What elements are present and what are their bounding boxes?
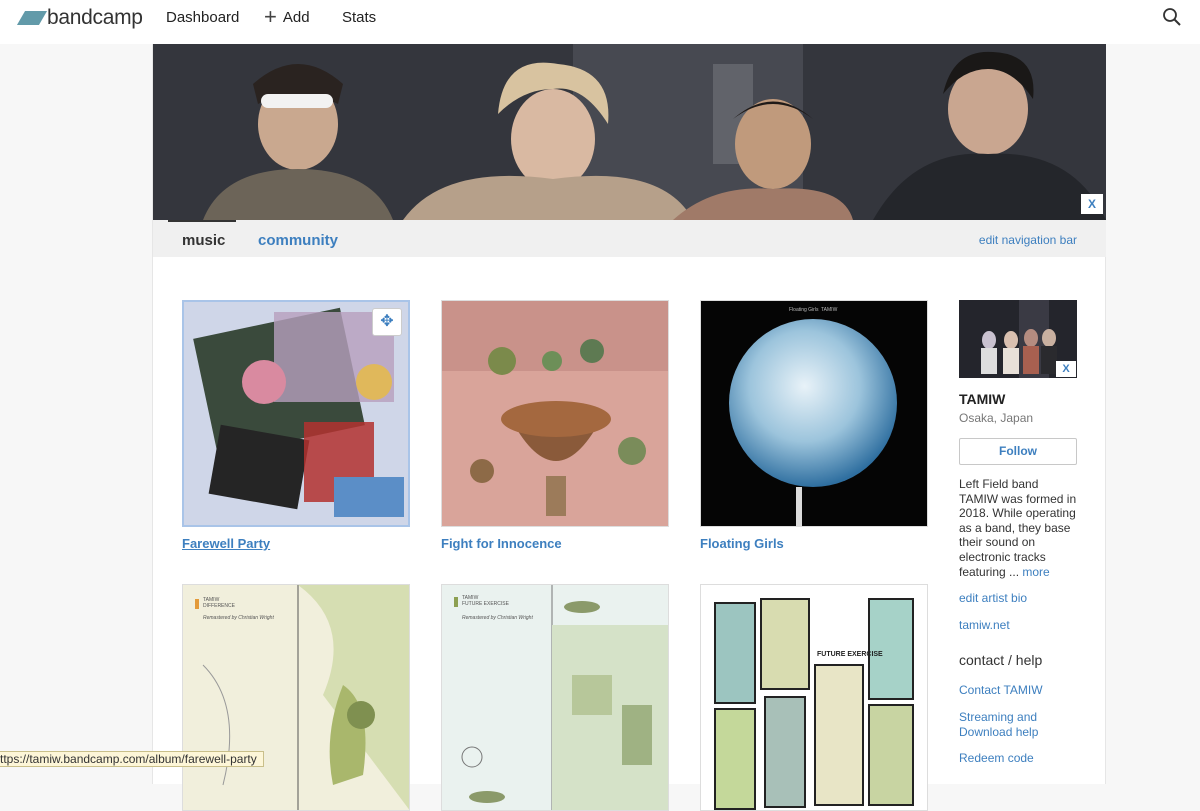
move-handle-icon[interactable]: ✥ [372,308,402,336]
bio-more-link[interactable]: more [1022,565,1049,579]
album-art-text: Floating Girls [789,307,819,313]
bandcamp-logo[interactable]: bandcamp [16,6,143,30]
album-cover-fight-for-innocence[interactable] [441,300,669,527]
album-title-link[interactable]: Farewell Party [182,536,410,551]
plus-icon: + [264,4,277,29]
navigation-bar: music community edit navigation bar [153,220,1106,257]
album-cover-farewell-party[interactable]: ✥ [182,300,410,527]
nav-add-label: Add [282,8,310,26]
album-title-link[interactable]: Floating Girls [700,536,928,551]
album-art-text: TAMIW [821,307,838,313]
album-art-text: FUTURE EXERCISE [462,601,509,607]
album-card[interactable]: ✥ Farewell Party [182,300,410,551]
contact-help-heading: contact / help [959,652,1043,669]
album-art-text: DIFFERENCE [203,603,235,609]
album-art-image [701,585,927,810]
nav-add[interactable]: + Add [264,4,310,29]
follow-button[interactable]: Follow [959,438,1077,465]
artist-sidebar: X TAMIW Osaka, Japan Follow Left Field b… [959,300,1077,766]
edit-navigation-bar-link[interactable]: edit navigation bar [979,233,1077,247]
artist-location: Osaka, Japan [959,411,1034,425]
redeem-code-link[interactable]: Redeem code [959,751,1077,766]
tab-music[interactable]: music [182,232,225,249]
artist-page-panel: X music community edit navigation bar ✥ … [152,44,1106,811]
status-bar-url: ttps://tamiw.bandcamp.com/album/farewell… [0,751,264,767]
album-art-text: FUTURE EXERCISE [817,651,883,658]
album-card[interactable]: FUTURE EXERCISE [700,584,928,811]
top-bar: bandcamp Dashboard + Add Stats [0,0,1200,44]
remove-header-button[interactable]: X [1081,194,1103,214]
active-tab-indicator [168,220,236,222]
nav-stats[interactable]: Stats [342,9,376,26]
nav-dashboard[interactable]: Dashboard [166,9,239,26]
album-cover-future-exercise[interactable]: TAMIW FUTURE EXERCISE Remastered by Chri… [441,584,669,811]
album-card[interactable]: TAMIW FUTURE EXERCISE Remastered by Chri… [441,584,669,811]
album-art-image [701,301,927,526]
artist-photo[interactable]: X [959,300,1077,378]
tab-community[interactable]: community [258,232,338,249]
artist-bio: Left Field band TAMIW was formed in 2018… [959,477,1077,579]
album-card[interactable]: Floating Girls TAMIW Floating Girls [700,300,928,551]
album-art-text: Remastered by Christian Wright [203,615,274,621]
header-banner-image: X [153,44,1106,220]
contact-artist-link[interactable]: Contact TAMIW [959,683,1077,698]
edit-artist-bio-link[interactable]: edit artist bio [959,591,1077,606]
album-cover-difference[interactable]: TAMIW DIFFERENCE Remastered by Christian… [182,584,410,811]
logo-mark-icon [16,11,48,25]
website-link[interactable]: tamiw.net [959,618,1077,633]
album-title-link[interactable]: Fight for Innocence [441,536,669,551]
search-icon[interactable] [1162,7,1182,27]
artist-name: TAMIW [959,391,1006,407]
album-card[interactable]: Fight for Innocence [441,300,669,551]
album-card[interactable]: TAMIW DIFFERENCE Remastered by Christian… [182,584,410,811]
streaming-help-link[interactable]: Streaming and Download help [959,710,1077,739]
album-art-image [442,301,668,526]
band-photo [153,44,1106,220]
artist-bio-text: Left Field band TAMIW was formed in 2018… [959,477,1077,579]
album-art-text: Remastered by Christian Wright [462,615,533,621]
logo-text: bandcamp [47,6,143,29]
album-cover-floating-girls[interactable]: Floating Girls TAMIW [700,300,928,527]
remove-photo-button[interactable]: X [1056,361,1076,377]
album-cover-future-exercise-2[interactable]: FUTURE EXERCISE [700,584,928,811]
